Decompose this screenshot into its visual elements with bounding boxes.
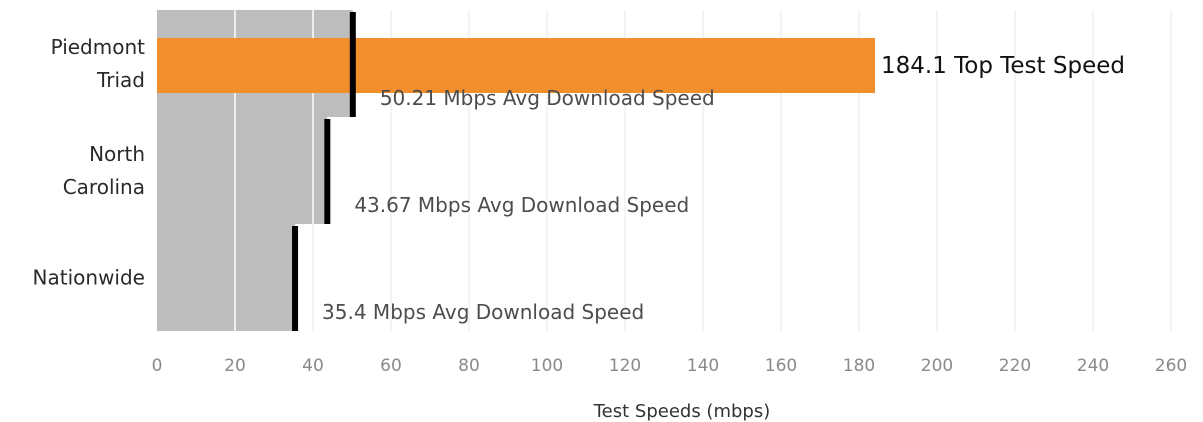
avg-speed-label: 35.4 Mbps Avg Download Speed [322,300,644,324]
avg-band [157,117,328,224]
x-tick-label: 140 [687,356,719,376]
category-label: Carolina [63,175,145,199]
x-tick-label: 80 [458,356,480,376]
x-tick-label: 200 [921,356,953,376]
x-tick-label: 180 [843,356,875,376]
x-tick-label: 240 [1077,356,1109,376]
avg-speed-label: 50.21 Mbps Avg Download Speed [380,86,715,110]
x-tick-label: 220 [999,356,1031,376]
category-label: Triad [96,68,145,92]
top-speed-label: 184.1 Top Test Speed [881,53,1125,79]
top-speed-bar [157,38,875,93]
x-tick-label: 0 [152,356,163,376]
avg-speed-label: 43.67 Mbps Avg Download Speed [354,193,689,217]
avg-band [157,224,296,331]
x-axis: Test Speeds (mbps) 0 20 40 60 80 100 120 140 160… [152,356,1188,422]
speed-chart: 184.1 Top Test Speed 50.21 Mbps Avg Downl… [0,0,1203,422]
category-label: Piedmont [51,35,146,59]
x-tick-label: 20 [224,356,246,376]
category-label: Nationwide [33,266,145,290]
x-tick-label: 260 [1155,356,1187,376]
x-tick-label: 120 [609,356,641,376]
x-tick-label: 100 [531,356,563,376]
category-label: North [89,142,145,166]
chart-svg: 184.1 Top Test Speed 50.21 Mbps Avg Downl… [33,10,1188,422]
x-tick-label: 160 [765,356,797,376]
x-tick-label: 40 [302,356,324,376]
x-tick-label: 60 [380,356,402,376]
x-axis-title: Test Speeds (mbps) [593,401,771,422]
